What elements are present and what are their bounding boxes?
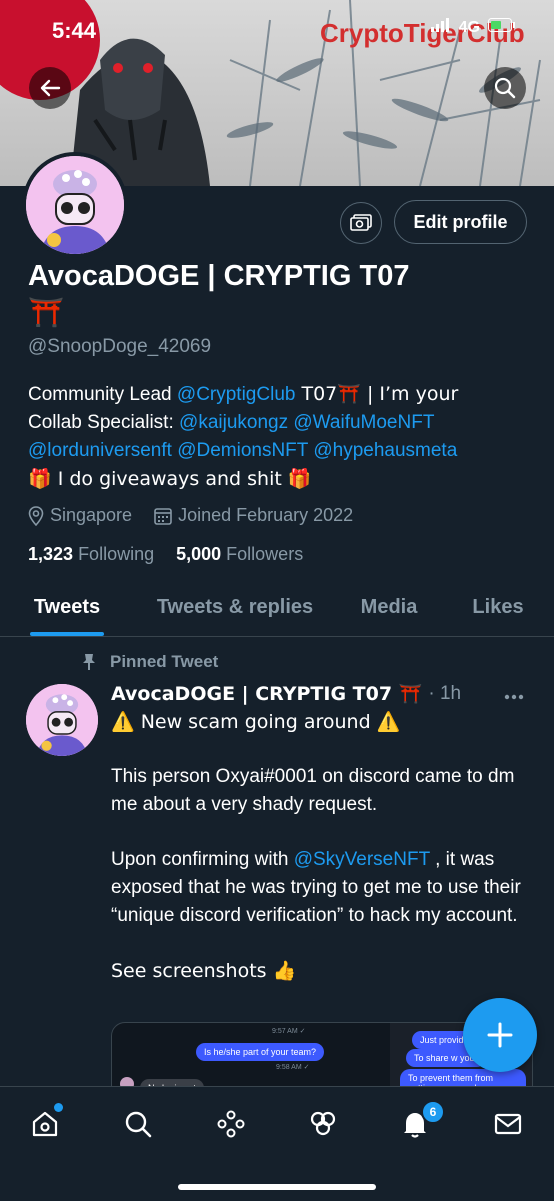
followers-count: 5,000 <box>176 544 222 564</box>
following-label: Following <box>78 544 155 564</box>
tab-tweets[interactable]: Tweets <box>30 584 104 636</box>
media-timestamp: 9:57 AM ✓ <box>272 1028 306 1035</box>
location-pin-icon <box>28 505 44 526</box>
compose-tweet-button[interactable] <box>463 998 537 1072</box>
tweet-time: · 1h <box>428 682 462 704</box>
search-icon <box>494 77 516 99</box>
calendar-icon <box>154 507 172 525</box>
battery-icon <box>488 18 516 37</box>
avatar-image <box>26 684 98 756</box>
profile-avatar[interactable] <box>22 152 128 258</box>
tab-likes[interactable]: Likes <box>470 584 526 619</box>
professional-tools-button[interactable] <box>340 202 382 244</box>
profile-bio: Community Lead @CryptigClub T07⛩️ | I’m … <box>28 380 528 494</box>
profile-tabs: Tweets Tweets & replies Media Likes <box>0 584 554 637</box>
network-label: 4G <box>458 18 480 36</box>
mail-icon <box>494 1113 522 1135</box>
home-unread-dot <box>54 1103 63 1112</box>
followers-link[interactable]: 5,000 Followers <box>176 544 303 565</box>
bio-text: T07⛩️ | I’m your <box>295 383 459 405</box>
nav-communities[interactable] <box>306 1107 340 1141</box>
nav-home[interactable] <box>28 1103 63 1141</box>
tweet-body: ⚠️ New scam going around ⚠️ This person … <box>111 708 531 1012</box>
tab-tweets-replies[interactable]: Tweets & replies <box>152 584 318 619</box>
profile-display-name: AvocaDOGE | CRYPTIG T07 ⛩️ <box>28 258 528 331</box>
mention-skyversenft[interactable]: @SkyVerseNFT <box>294 849 430 870</box>
following-link[interactable]: 1,323 Following <box>28 544 154 565</box>
edit-profile-button[interactable]: Edit profile <box>394 200 527 244</box>
spaces-icon <box>217 1110 245 1138</box>
search-icon <box>125 1111 152 1138</box>
communities-icon <box>310 1111 336 1136</box>
follow-stats: 1,323 Following 5,000 Followers <box>28 544 303 565</box>
tab-media[interactable]: Media <box>356 584 422 619</box>
more-dots-icon <box>504 694 524 700</box>
tweet-more-button[interactable] <box>504 680 524 706</box>
profile-handle: @SnoopDoge_42069 <box>28 336 212 357</box>
nav-spaces[interactable] <box>214 1107 248 1141</box>
tweet-paragraph: See screenshots 👍 <box>111 960 297 982</box>
media-chat-bubble: Is he/she part of your team? <box>196 1043 325 1061</box>
tab-label: Likes <box>472 596 524 618</box>
arrow-left-icon <box>40 79 61 97</box>
mention-kaijukongz[interactable]: @kaijukongz <box>179 412 288 433</box>
search-button[interactable] <box>484 67 526 109</box>
media-timestamp: 9:58 AM ✓ <box>276 1064 310 1071</box>
following-count: 1,323 <box>28 544 74 564</box>
pinned-tweet-label: Pinned Tweet <box>80 652 218 672</box>
status-bar: 5:44 4G <box>0 0 554 60</box>
plus-icon <box>487 1022 513 1048</box>
followers-label: Followers <box>226 544 304 564</box>
profile-meta: Singapore Joined February 2022 <box>28 505 353 526</box>
tweet-paragraph-confirm: Upon confirming with @SkyVerseNFT , it w… <box>111 846 531 930</box>
mention-lorduniversenft[interactable]: @lorduniversenft <box>28 440 172 461</box>
pin-icon <box>83 654 95 670</box>
status-time: 5:44 <box>52 18 97 43</box>
active-tab-indicator <box>30 632 104 636</box>
money-icon <box>350 214 372 231</box>
joined-text: Joined February 2022 <box>178 505 354 525</box>
mention-hypehausmeta[interactable]: @hypehausmeta <box>313 440 457 461</box>
home-indicator <box>178 1184 376 1190</box>
signal-icon <box>430 18 451 37</box>
nav-search[interactable] <box>121 1107 155 1141</box>
status-indicators: 4G <box>430 18 516 37</box>
tab-label: Tweets <box>33 596 101 618</box>
nav-messages[interactable] <box>491 1107 525 1141</box>
tweet-author-avatar[interactable] <box>26 684 98 756</box>
tab-label: Tweets & replies <box>156 596 314 618</box>
home-icon <box>32 1111 58 1137</box>
display-name-text: AvocaDOGE | CRYPTIG T07 <box>28 260 410 292</box>
mention-cryptigclub[interactable]: @CryptigClub <box>177 384 296 405</box>
pinned-label-text: Pinned Tweet <box>110 652 219 671</box>
tweet-header: AvocaDOGE | CRYPTIG T07 ⛩️ · 1h <box>111 682 462 706</box>
mention-waifumoenft[interactable]: @WaifuMoeNFT <box>293 412 434 433</box>
location-item: Singapore <box>28 505 132 526</box>
location-text: Singapore <box>50 505 133 525</box>
tab-label: Media <box>360 596 418 618</box>
torii-emoji: ⛩️ <box>28 295 65 329</box>
mention-demionsnft[interactable]: @DemionsNFT <box>177 440 308 461</box>
bio-text: Collab Specialist: <box>28 412 180 433</box>
notifications-badge: 6 <box>421 1100 445 1124</box>
bio-giveaway-line: 🎁 I do giveaways and shit 🎁 <box>28 468 312 490</box>
joined-item: Joined February 2022 <box>154 505 353 526</box>
tweet-line-warning: ⚠️ New scam going around ⚠️ <box>111 711 401 733</box>
back-button[interactable] <box>29 67 71 109</box>
tweet-paragraph: This person Oxyai#0001 on discord came t… <box>111 766 515 815</box>
tweet-author-name[interactable]: AvocaDOGE | CRYPTIG T07 ⛩️ <box>111 682 422 705</box>
tweet-text: Upon confirming with <box>111 849 294 870</box>
bio-text: Community Lead <box>28 384 177 405</box>
avatar-image <box>26 156 124 254</box>
